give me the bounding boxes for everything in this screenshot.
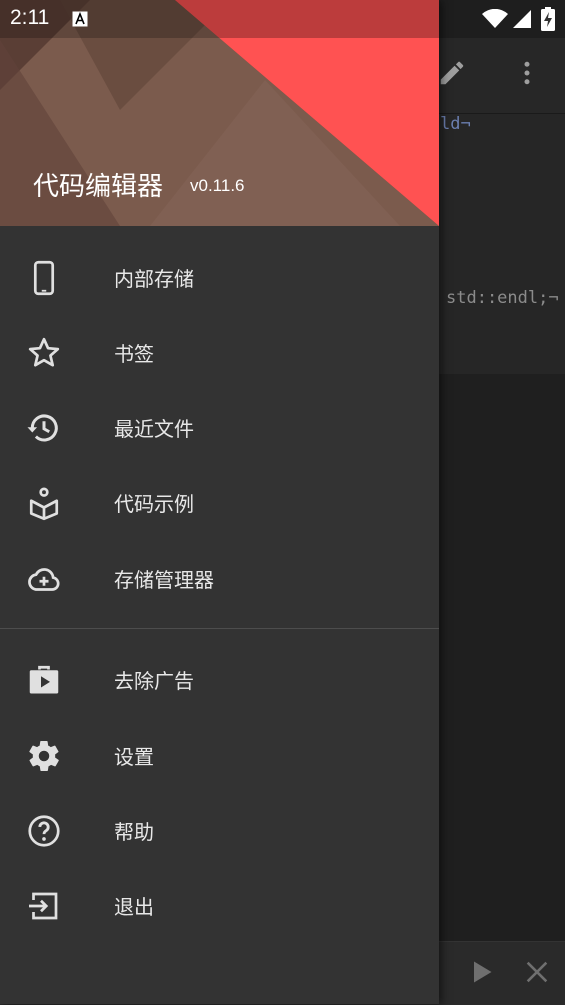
menu-item-settings[interactable]: 设置 bbox=[0, 718, 439, 793]
menu-item-bookmarks[interactable]: 书签 bbox=[0, 315, 439, 390]
gear-icon bbox=[26, 738, 62, 774]
app-version: v0.11.6 bbox=[190, 176, 245, 195]
history-icon bbox=[26, 410, 62, 446]
play-bag-icon bbox=[26, 662, 62, 698]
edit-icon[interactable] bbox=[437, 58, 467, 88]
menu-item-label: 内部存储 bbox=[114, 267, 194, 291]
run-icon[interactable] bbox=[467, 958, 495, 986]
menu-item-label: 存储管理器 bbox=[114, 568, 214, 592]
book-icon bbox=[26, 485, 62, 521]
menu-item-recent-files[interactable]: 最近文件 bbox=[0, 390, 439, 465]
code-line: ld¬ bbox=[440, 114, 471, 134]
menu-item-code-samples[interactable]: 代码示例 bbox=[0, 465, 439, 540]
battery-charging-icon bbox=[541, 7, 555, 35]
menu-item-help[interactable]: 帮助 bbox=[0, 793, 439, 868]
menu-item-label: 帮助 bbox=[114, 820, 154, 844]
code-line: std::endl;¬ bbox=[446, 288, 559, 308]
menu-item-label: 设置 bbox=[114, 745, 154, 769]
wifi-icon bbox=[482, 8, 508, 33]
navigation-drawer: 代码编辑器 v0.11.6 内部存储 书签 最近文件 代码示例 存储管理器 去除… bbox=[0, 0, 439, 1004]
menu-item-internal-storage[interactable]: 内部存储 bbox=[0, 240, 439, 315]
status-time: 2:11 bbox=[10, 6, 50, 29]
menu-item-label: 代码示例 bbox=[114, 492, 194, 516]
star-icon bbox=[26, 335, 62, 371]
signal-icon bbox=[512, 9, 532, 33]
menu-item-storage-manager[interactable]: 存储管理器 bbox=[0, 541, 439, 616]
keyboard-a-icon bbox=[72, 11, 88, 31]
close-icon[interactable] bbox=[523, 958, 551, 986]
status-bar: 2:11 bbox=[0, 0, 565, 38]
menu-item-remove-ads[interactable]: 去除广告 bbox=[0, 642, 439, 717]
help-icon bbox=[26, 813, 62, 849]
phone-icon bbox=[26, 260, 62, 296]
menu-divider bbox=[0, 628, 439, 629]
menu-item-label: 书签 bbox=[114, 342, 154, 366]
app-name: 代码编辑器 bbox=[33, 172, 164, 202]
menu-item-label: 最近文件 bbox=[114, 417, 194, 441]
cloud-add-icon bbox=[26, 561, 62, 597]
menu-item-label: 退出 bbox=[114, 895, 154, 919]
exit-icon bbox=[26, 888, 62, 924]
menu-item-label: 去除广告 bbox=[114, 669, 194, 693]
more-vert-icon[interactable] bbox=[512, 58, 542, 88]
menu-item-exit[interactable]: 退出 bbox=[0, 868, 439, 943]
